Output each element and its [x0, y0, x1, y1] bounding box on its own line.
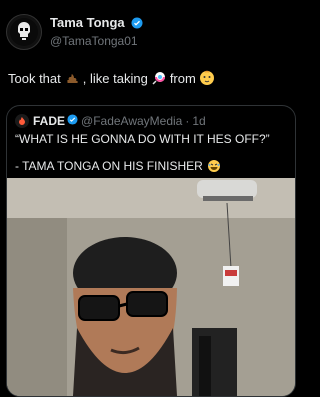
- separator-dot: ·: [185, 114, 190, 128]
- quote-text-line2-label: - TAMA TONGA ON HIS FINISHER: [15, 159, 203, 173]
- quote-text-line1: “WHAT IS HE GONNA DO WITH IT HES OFF?”: [15, 132, 270, 146]
- fire-icon: [19, 117, 25, 125]
- author-display-name[interactable]: Tama Tonga: [50, 15, 125, 30]
- lollipop-emoji-icon: [151, 70, 167, 86]
- tweet-text: Took that , like taking from: [8, 70, 218, 86]
- quote-handle[interactable]: @FadeAwayMedia: [81, 114, 182, 128]
- quote-avatar[interactable]: [15, 114, 29, 128]
- verified-badge-icon: [131, 17, 143, 33]
- author-avatar[interactable]: [6, 14, 42, 50]
- tweet-text-part2: , like taking: [82, 70, 148, 86]
- poop-emoji-icon: [64, 70, 80, 86]
- quoted-tweet[interactable]: FADE @FadeAwayMedia · 1d “WHAT IS HE GON…: [6, 105, 296, 397]
- baby-emoji-icon: [199, 70, 215, 86]
- tweet-header: Tama Tonga @TamaTonga01: [6, 14, 143, 50]
- laughing-emoji-icon: [206, 158, 222, 174]
- tweet-text-part3: from: [169, 70, 196, 86]
- skull-logo-icon: [10, 18, 38, 46]
- quote-verified-badge-icon: [67, 114, 78, 128]
- quote-header: FADE @FadeAwayMedia · 1d: [15, 114, 206, 128]
- quote-timestamp[interactable]: 1d: [192, 114, 205, 128]
- selfie-photo-icon: [7, 178, 295, 396]
- quote-media-photo[interactable]: [7, 178, 295, 396]
- tweet-text-part1: Took that: [8, 70, 61, 86]
- author-handle[interactable]: @TamaTonga01: [50, 33, 143, 49]
- quote-text-line2: - TAMA TONGA ON HIS FINISHER: [15, 158, 225, 174]
- quote-display-name[interactable]: FADE: [33, 114, 65, 128]
